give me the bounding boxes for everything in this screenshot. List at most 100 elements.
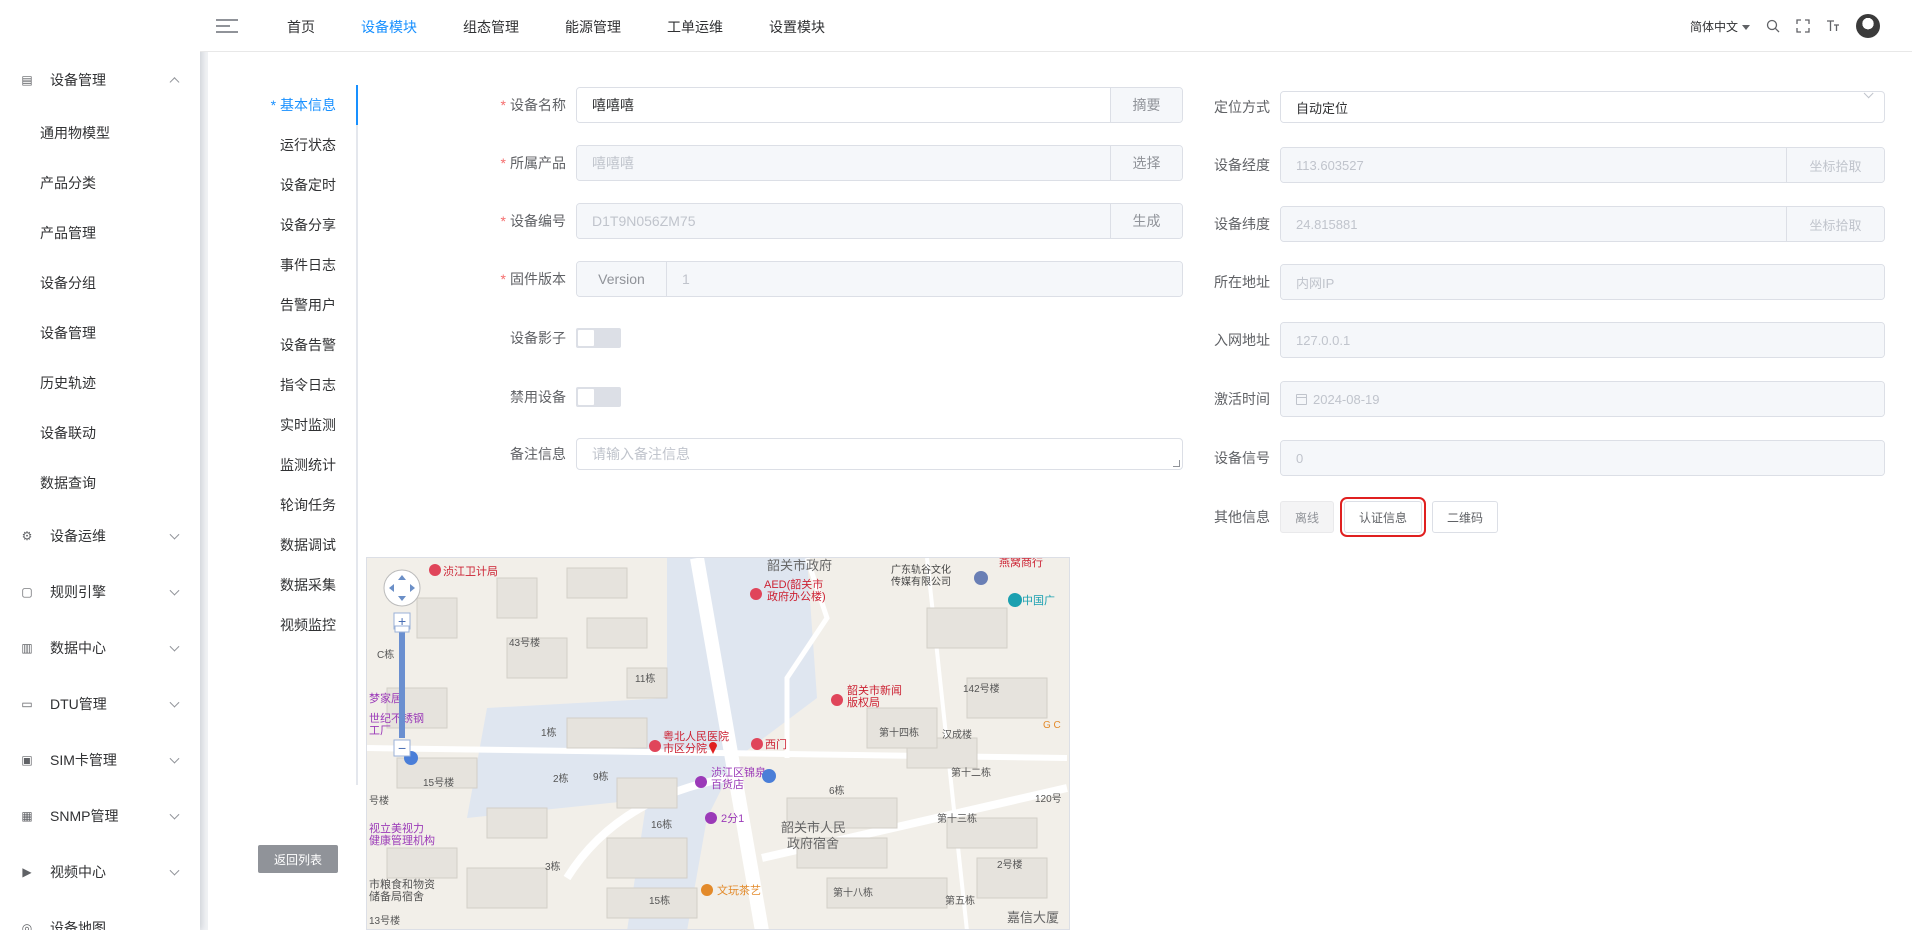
row-signal: 设备信号 0 bbox=[1210, 440, 1885, 476]
map-label: 第十三栋 bbox=[937, 812, 977, 825]
sidebar-item-product-management[interactable]: 产品管理 bbox=[0, 208, 200, 258]
nav-settings[interactable]: 设置模块 bbox=[746, 0, 848, 52]
pick-coordinate-button[interactable]: 坐标拾取 bbox=[1786, 207, 1884, 241]
map-label: 第十八栋 bbox=[833, 886, 873, 899]
activate-time-input[interactable]: 2024-08-19 bbox=[1281, 382, 1884, 416]
sidebar-item-device-management[interactable]: 设备管理 bbox=[0, 308, 200, 358]
latitude-field: 24.815881 坐标拾取 bbox=[1280, 206, 1885, 242]
poi-marker-icon bbox=[1008, 593, 1022, 607]
sidebar-item-device-linkage[interactable]: 设备联动 bbox=[0, 408, 200, 458]
sidebar-item-device-group[interactable]: 设备分组 bbox=[0, 258, 200, 308]
row-device-code: * 设备编号 D1T9N056ZM75 生成 bbox=[496, 203, 1183, 239]
tab-video-monitor[interactable]: 视频监控 bbox=[208, 605, 356, 645]
nav-work-order[interactable]: 工单运维 bbox=[644, 0, 746, 52]
summary-button[interactable]: 摘要 bbox=[1110, 88, 1182, 122]
shadow-switch[interactable] bbox=[576, 328, 621, 348]
back-to-list-button[interactable]: 返回列表 bbox=[258, 845, 338, 873]
poi-marker-icon bbox=[750, 588, 762, 600]
hamburger-icon[interactable] bbox=[216, 15, 238, 37]
address-field: 内网IP bbox=[1280, 264, 1885, 300]
chevron-down-icon bbox=[169, 753, 180, 764]
sidebar-group-device-map[interactable]: ◎ 设备地图 bbox=[0, 900, 200, 930]
signal-field: 0 bbox=[1280, 440, 1885, 476]
qr-code-button[interactable]: 二维码 bbox=[1432, 501, 1499, 533]
row-activate-time: 激活时间 2024-08-19 bbox=[1210, 381, 1885, 417]
address-input[interactable]: 内网IP bbox=[1281, 265, 1884, 299]
latitude-input[interactable]: 24.815881 bbox=[1281, 207, 1786, 241]
map-label: 储备局宿舍 bbox=[369, 889, 424, 903]
device-code-input[interactable]: D1T9N056ZM75 bbox=[577, 204, 1110, 238]
pick-coordinate-button[interactable]: 坐标拾取 bbox=[1786, 148, 1884, 182]
sidebar-item-data-query[interactable]: 数据查询 bbox=[0, 458, 200, 508]
sidebar-group-label: 设备运维 bbox=[50, 528, 106, 544]
tab-event-log[interactable]: 事件日志 bbox=[208, 245, 356, 285]
tab-run-status[interactable]: 运行状态 bbox=[208, 125, 356, 165]
avatar[interactable] bbox=[1856, 14, 1880, 38]
row-disabled: 禁用设备 bbox=[496, 379, 621, 415]
tab-alarm-users[interactable]: 告警用户 bbox=[208, 285, 356, 325]
sidebar-group-label: DTU管理 bbox=[50, 696, 107, 712]
sidebar-item-product-category[interactable]: 产品分类 bbox=[0, 158, 200, 208]
map-label: 版权局 bbox=[847, 695, 880, 709]
detail-tabs: * 基本信息 运行状态 设备定时 设备分享 事件日志 告警用户 设备告警 指令日… bbox=[208, 85, 358, 785]
sidebar: ▤ 设备管理 通用物模型 产品分类 产品管理 设备分组 设备管理 历史轨迹 设备… bbox=[0, 0, 200, 930]
tab-polling-task[interactable]: 轮询任务 bbox=[208, 485, 356, 525]
map-label: 15号楼 bbox=[423, 776, 454, 789]
sidebar-group-video[interactable]: ▶ 视频中心 bbox=[0, 844, 200, 900]
longitude-input[interactable]: 113.603527 bbox=[1281, 148, 1786, 182]
tab-command-log[interactable]: 指令日志 bbox=[208, 365, 356, 405]
disable-device-switch[interactable] bbox=[576, 387, 621, 407]
nav-configuration[interactable]: 组态管理 bbox=[440, 0, 542, 52]
sidebar-group-label: 设备地图 bbox=[50, 920, 106, 930]
nav-device-module[interactable]: 设备模块 bbox=[338, 0, 440, 52]
signal-input[interactable]: 0 bbox=[1281, 441, 1884, 475]
map-label: 嘉信大厦 bbox=[1007, 910, 1059, 925]
nav-home[interactable]: 首页 bbox=[264, 0, 338, 52]
map-label: 第十四栋 bbox=[879, 726, 919, 739]
font-size-icon[interactable] bbox=[1826, 19, 1840, 33]
poi-marker-icon bbox=[429, 564, 441, 576]
sidebar-item-thing-model[interactable]: 通用物模型 bbox=[0, 108, 200, 158]
tab-device-share[interactable]: 设备分享 bbox=[208, 205, 356, 245]
nav-energy[interactable]: 能源管理 bbox=[542, 0, 644, 52]
sidebar-item-history-track[interactable]: 历史轨迹 bbox=[0, 358, 200, 408]
tab-device-alarm[interactable]: 设备告警 bbox=[208, 325, 356, 365]
net-address-input[interactable]: 127.0.0.1 bbox=[1281, 323, 1884, 357]
tab-data-debug[interactable]: 数据调试 bbox=[208, 525, 356, 565]
language-select[interactable]: 简体中文 bbox=[1690, 18, 1750, 35]
tab-realtime-monitor[interactable]: 实时监测 bbox=[208, 405, 356, 445]
sidebar-group-label: 视频中心 bbox=[50, 864, 106, 880]
sidebar-group-dtu[interactable]: ▭ DTU管理 bbox=[0, 676, 200, 732]
sidebar-group-device-management[interactable]: ▤ 设备管理 bbox=[0, 52, 200, 108]
device-map[interactable]: 浈江卫计局 韶关市政府 AED(韶关市 政府办公楼) 广东轨谷文化 传媒有限公司… bbox=[366, 557, 1070, 930]
firmware-field: Version 1 bbox=[576, 261, 1183, 297]
tab-monitor-stats[interactable]: 监测统计 bbox=[208, 445, 356, 485]
poi-marker-icon bbox=[701, 884, 713, 896]
tab-basic-info[interactable]: * 基本信息 bbox=[208, 85, 358, 125]
tab-device-timer[interactable]: 设备定时 bbox=[208, 165, 356, 205]
row-other-info: 其他信息 离线 认证信息 二维码 bbox=[1210, 497, 1508, 537]
map-label: 2栋 bbox=[553, 772, 569, 785]
map-label: 市区分院 bbox=[663, 741, 707, 755]
firmware-input[interactable]: 1 bbox=[667, 262, 1182, 296]
remark-textarea[interactable]: 请输入备注信息 bbox=[576, 438, 1183, 470]
map-pan-control[interactable] bbox=[383, 569, 421, 607]
select-product-button[interactable]: 选择 bbox=[1110, 146, 1182, 180]
auth-info-button[interactable]: 认证信息 bbox=[1340, 497, 1427, 537]
generate-code-button[interactable]: 生成 bbox=[1110, 204, 1182, 238]
device-name-input[interactable]: 嘻嘻嘻 bbox=[577, 88, 1110, 122]
poi-marker-icon bbox=[695, 776, 707, 788]
product-input[interactable]: 嘻嘻嘻 bbox=[577, 146, 1110, 180]
top-navigation: 首页 设备模块 组态管理 能源管理 工单运维 设置模块 bbox=[264, 0, 848, 52]
sidebar-group-rule-engine[interactable]: ▢ 规则引擎 bbox=[0, 564, 200, 620]
sidebar-group-maintenance[interactable]: ⚙ 设备运维 bbox=[0, 508, 200, 564]
sidebar-group-snmp[interactable]: ▦ SNMP管理 bbox=[0, 788, 200, 844]
search-icon[interactable] bbox=[1766, 19, 1780, 33]
map-canvas: 浈江卫计局 韶关市政府 AED(韶关市 政府办公楼) 广东轨谷文化 传媒有限公司… bbox=[367, 558, 1069, 929]
sidebar-group-data-center[interactable]: ▥ 数据中心 bbox=[0, 620, 200, 676]
location-mode-select[interactable]: 自动定位 bbox=[1280, 91, 1885, 123]
sidebar-group-sim[interactable]: ▣ SIM卡管理 bbox=[0, 732, 200, 788]
tab-data-collect[interactable]: 数据采集 bbox=[208, 565, 356, 605]
fullscreen-icon[interactable] bbox=[1796, 19, 1810, 33]
